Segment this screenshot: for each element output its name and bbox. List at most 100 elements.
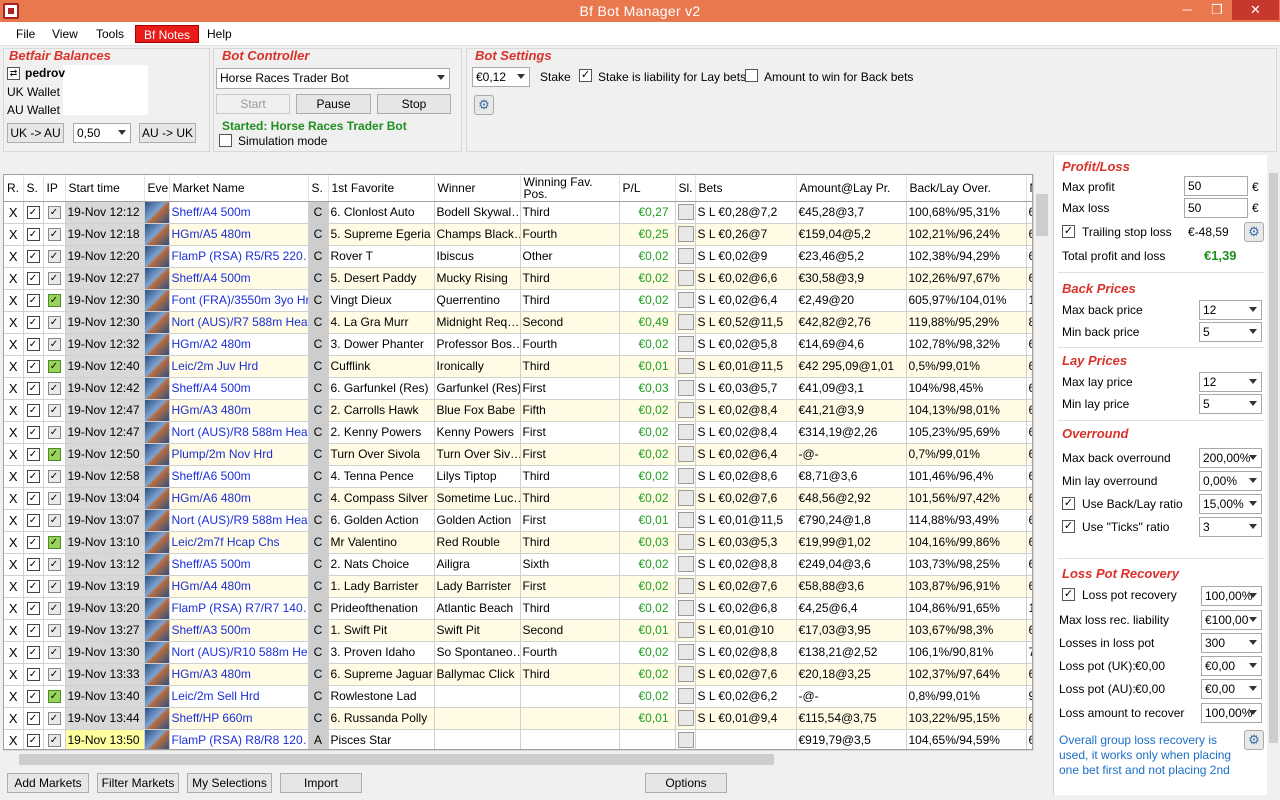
remove-button[interactable]: X — [4, 619, 24, 642]
import-button[interactable]: Import — [280, 773, 362, 793]
table-row[interactable]: X ✓ ✓ 19-Nov 13:10 Leic/2m7f Hcap Chs C Mr Val… — [4, 531, 1032, 554]
table-row[interactable]: X ✓ ✓ 19-Nov 13:19 HGm/A4 480m C 1. Lady Barri… — [4, 575, 1032, 598]
select-checkbox[interactable]: ✓ — [23, 223, 44, 246]
table-row[interactable]: X ✓ ✓ 19-Nov 13:33 HGm/A3 480m C 6. Supreme Ja… — [4, 663, 1032, 686]
select-checkbox[interactable]: ✓ — [23, 311, 44, 334]
remove-button[interactable]: X — [4, 465, 24, 488]
select-checkbox[interactable]: ✓ — [23, 399, 44, 422]
select-checkbox[interactable]: ✓ — [23, 663, 44, 686]
use-ticks-checkbox[interactable]: ✓ — [1062, 520, 1075, 533]
start-button[interactable]: Start — [216, 94, 290, 114]
select-checkbox[interactable]: ✓ — [23, 597, 44, 620]
column-header[interactable]: IP — [43, 175, 66, 202]
sl-button[interactable] — [675, 465, 696, 488]
trailing-gear-icon[interactable]: ⚙ — [1244, 222, 1264, 242]
menu-help[interactable]: Help — [199, 25, 240, 43]
remove-button[interactable]: X — [4, 223, 24, 246]
sl-button[interactable] — [675, 377, 696, 400]
remove-button[interactable]: X — [4, 575, 24, 598]
liability-checkbox[interactable]: ✓ — [579, 69, 592, 82]
sl-button[interactable] — [675, 619, 696, 642]
column-header[interactable]: S. — [308, 175, 329, 202]
column-header[interactable]: S. — [23, 175, 44, 202]
select-checkbox[interactable]: ✓ — [23, 355, 44, 378]
amount-win-checkbox[interactable] — [745, 69, 758, 82]
table-row[interactable]: X ✓ ✓ 19-Nov 12:47 Nort (AUS)/R8 588m Heat C 2… — [4, 421, 1032, 444]
au-to-uk-button[interactable]: AU -> UK — [139, 123, 196, 143]
sl-button[interactable] — [675, 707, 696, 730]
sl-button[interactable] — [675, 245, 696, 268]
remove-button[interactable]: X — [4, 553, 24, 576]
table-row[interactable]: X ✓ ✓ 19-Nov 12:20 FlamP (RSA) R5/R5 220… C Ro… — [4, 245, 1032, 268]
market-name-link[interactable]: Nort (AUS)/R10 588m Heat — [169, 641, 309, 664]
loss-pot-au-select[interactable]: €0,00 — [1201, 679, 1262, 699]
side-panel-scrollbar[interactable] — [1267, 155, 1280, 795]
remove-button[interactable]: X — [4, 355, 24, 378]
max-profit-input[interactable]: 50 — [1184, 176, 1248, 196]
column-header[interactable]: Winning Fav. Pos. — [520, 175, 620, 202]
remove-button[interactable]: X — [4, 267, 24, 290]
table-row[interactable]: X ✓ ✓ 19-Nov 13:12 Sheff/A5 500m C 2. Nats Cho… — [4, 553, 1032, 576]
sl-button[interactable] — [675, 531, 696, 554]
column-header[interactable]: R. — [4, 175, 24, 202]
settings-gear-icon[interactable]: ⚙ — [474, 95, 494, 115]
remove-button[interactable]: X — [4, 333, 24, 356]
transfer-amount-select[interactable]: 0,50 — [73, 123, 131, 143]
loss-pot-gear-icon[interactable]: ⚙ — [1244, 730, 1264, 750]
pause-button[interactable]: Pause — [296, 94, 371, 114]
sl-button[interactable] — [675, 333, 696, 356]
recover-select[interactable]: 100,00% — [1201, 703, 1262, 723]
market-name-link[interactable]: Font (FRA)/3550m 3yo Hrd — [169, 289, 309, 312]
table-row[interactable]: X ✓ ✓ 19-Nov 12:58 Sheff/A6 500m C 4. Tenna Pe… — [4, 465, 1032, 488]
column-header[interactable]: Back/Lay Over. — [906, 175, 1027, 202]
max-liability-select[interactable]: €100,00 — [1201, 610, 1262, 630]
use-ticks-select[interactable]: 3 — [1199, 517, 1262, 537]
market-name-link[interactable]: FlamP (RSA) R7/R7 140… — [169, 597, 309, 620]
remove-button[interactable]: X — [4, 377, 24, 400]
options-button[interactable]: Options — [645, 773, 727, 793]
remove-button[interactable]: X — [4, 707, 24, 730]
column-header[interactable]: P/L — [619, 175, 676, 202]
select-checkbox[interactable]: ✓ — [23, 707, 44, 730]
table-row[interactable]: X ✓ ✓ 19-Nov 13:07 Nort (AUS)/R9 588m Heat C 6… — [4, 509, 1032, 532]
table-row[interactable]: X ✓ ✓ 19-Nov 12:47 HGm/A3 480m C 2. Carrolls H… — [4, 399, 1032, 422]
minimize-button[interactable]: ─ — [1172, 0, 1202, 20]
select-checkbox[interactable]: ✓ — [23, 377, 44, 400]
scroll-thumb[interactable] — [1036, 194, 1048, 236]
min-back-select[interactable]: 5 — [1199, 322, 1262, 342]
stop-button[interactable]: Stop — [377, 94, 451, 114]
market-name-link[interactable]: Leic/2m Juv Hrd — [169, 355, 309, 378]
sl-button[interactable] — [675, 443, 696, 466]
remove-button[interactable]: X — [4, 685, 24, 708]
select-checkbox[interactable]: ✓ — [23, 729, 44, 749]
remove-button[interactable]: X — [4, 729, 24, 749]
select-checkbox[interactable]: ✓ — [23, 443, 44, 466]
market-name-link[interactable]: Plump/2m Nov Hrd — [169, 443, 309, 466]
market-name-link[interactable]: HGm/A3 480m — [169, 663, 309, 686]
remove-button[interactable]: X — [4, 311, 24, 334]
market-name-link[interactable]: HGm/A4 480m — [169, 575, 309, 598]
add-markets-button[interactable]: Add Markets — [7, 773, 89, 793]
market-name-link[interactable]: Nort (AUS)/R8 588m Heat — [169, 421, 309, 444]
sl-button[interactable] — [675, 641, 696, 664]
market-name-link[interactable]: Sheff/A4 500m — [169, 377, 309, 400]
column-header[interactable]: Market Name — [169, 175, 309, 202]
use-ratio-select[interactable]: 15,00% — [1199, 494, 1262, 514]
select-checkbox[interactable]: ✓ — [23, 201, 44, 224]
trailing-stop-checkbox[interactable]: ✓ — [1062, 225, 1075, 238]
column-header[interactable]: Winner — [434, 175, 521, 202]
losses-select[interactable]: 300 — [1201, 633, 1262, 653]
remove-button[interactable]: X — [4, 289, 24, 312]
scroll-thumb[interactable] — [19, 754, 774, 765]
remove-button[interactable]: X — [4, 597, 24, 620]
my-selections-button[interactable]: My Selections — [187, 773, 272, 793]
menu-view[interactable]: View — [44, 25, 86, 43]
column-header[interactable]: 1st Favorite — [328, 175, 435, 202]
remove-button[interactable]: X — [4, 245, 24, 268]
market-name-link[interactable]: Nort (AUS)/R9 588m Heat — [169, 509, 309, 532]
grid-horizontal-scrollbar[interactable] — [3, 750, 1033, 767]
market-name-link[interactable]: Leic/2m7f Hcap Chs — [169, 531, 309, 554]
table-row[interactable]: X ✓ ✓ 19-Nov 12:27 Sheff/A4 500m C 5. Desert P… — [4, 267, 1032, 290]
column-header[interactable]: Sl. — [675, 175, 696, 202]
table-row[interactable]: X ✓ ✓ 19-Nov 12:32 HGm/A2 480m C 3. Dower Phan… — [4, 333, 1032, 356]
